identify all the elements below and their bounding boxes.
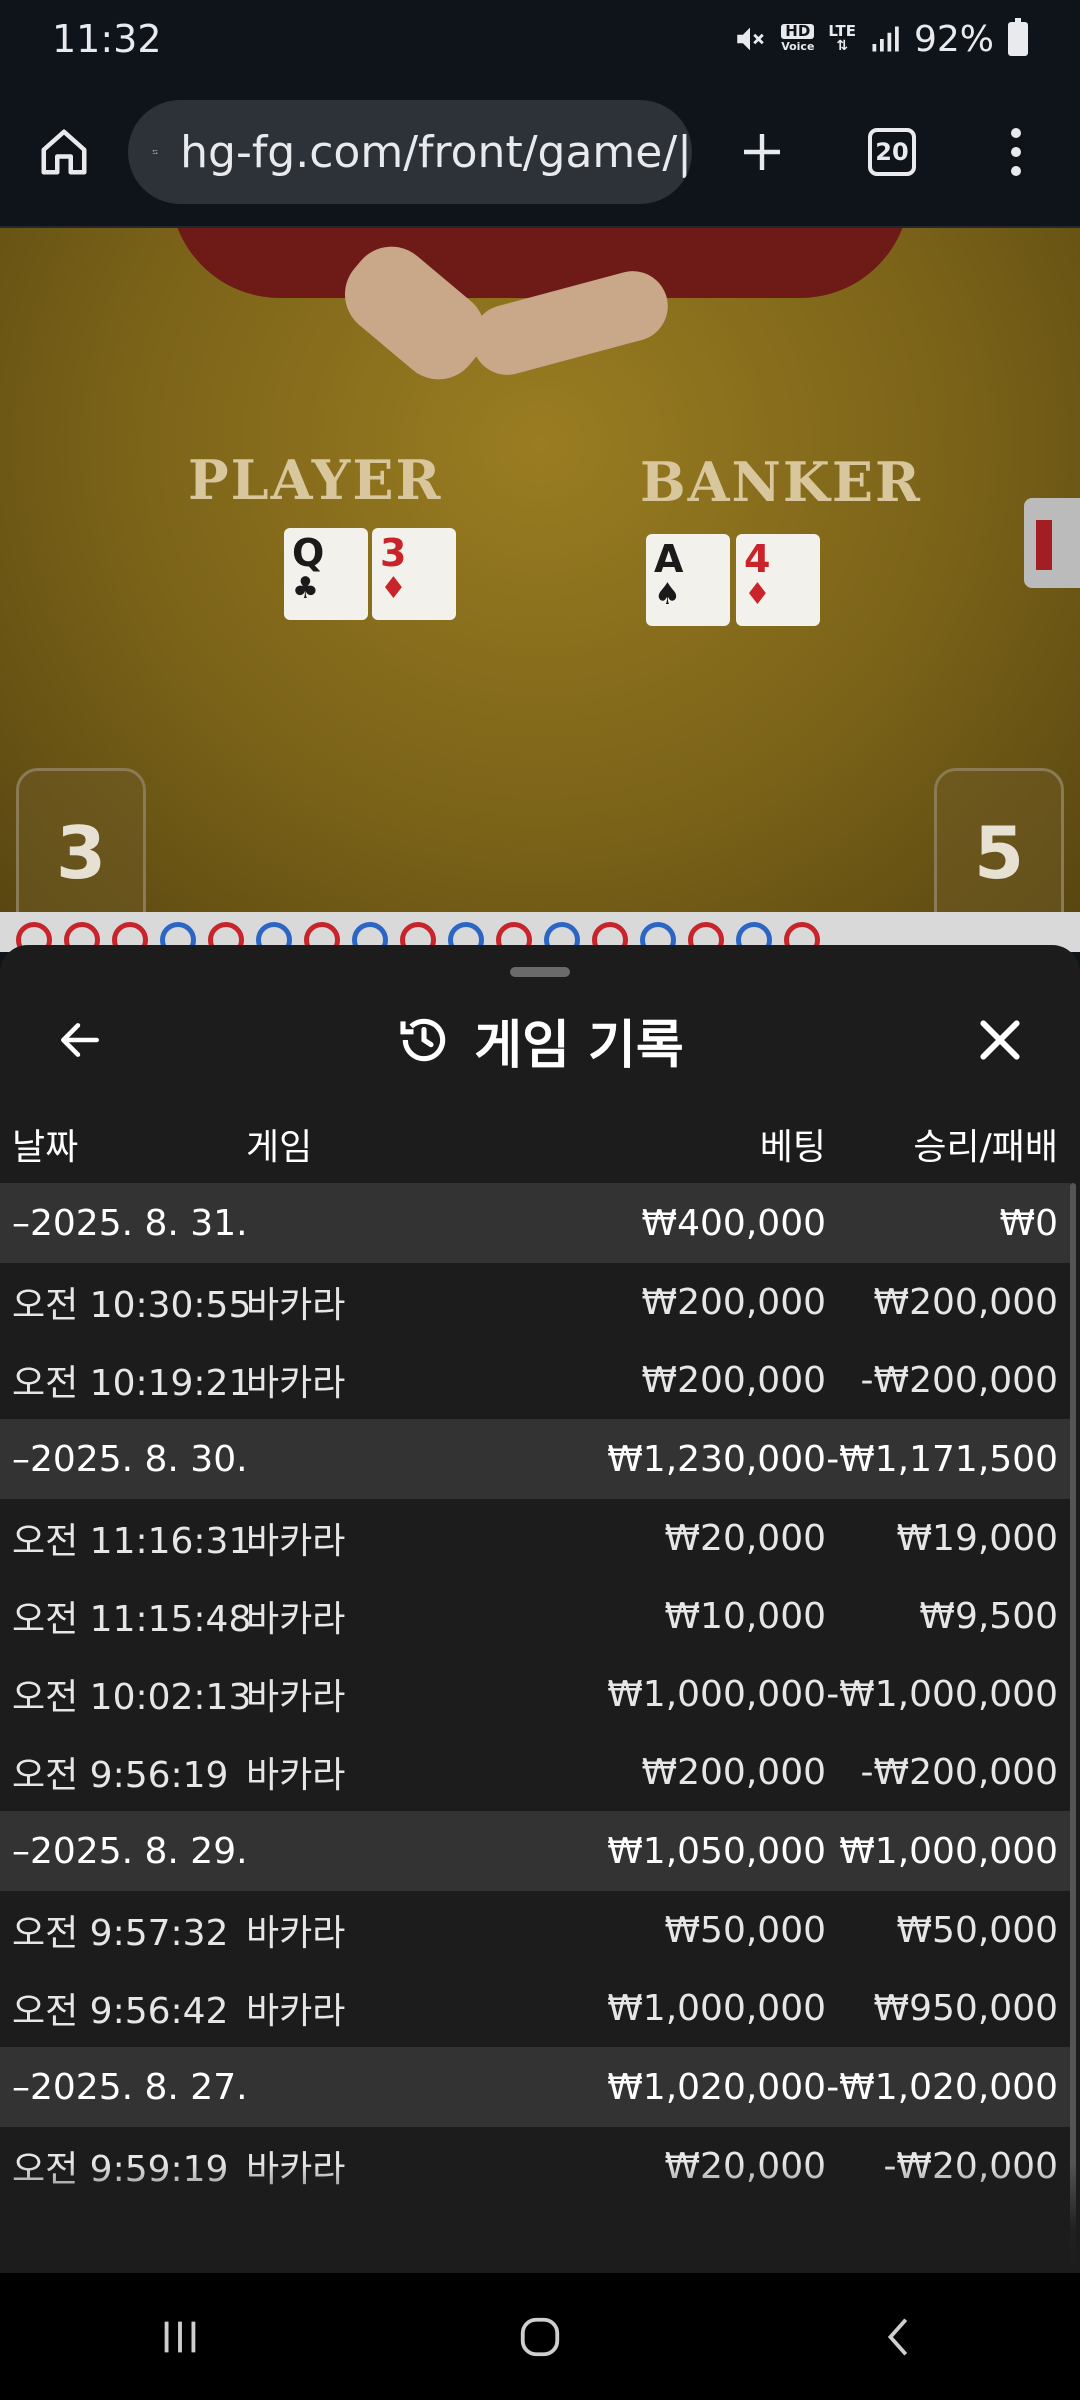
signal-icon <box>872 26 899 52</box>
column-header-game: 게임 <box>246 1127 313 1168</box>
table-row[interactable]: 오전 9:57:32 바카라 ₩50,000 ₩50,000 <box>0 1891 1070 1969</box>
banker-card-1: A ♠ <box>646 534 730 626</box>
tab-switcher-button[interactable]: 20 <box>832 77 952 227</box>
hd-voice-icon: HD Voice <box>781 22 815 53</box>
club-icon: ♣ <box>292 571 319 606</box>
history-icon <box>400 1018 446 1062</box>
status-time: 11:32 <box>52 17 162 61</box>
tab-count: 20 <box>868 128 916 176</box>
diamond-icon: ♦ <box>380 571 407 606</box>
sheet-title: 게임 기록 <box>474 1015 684 1076</box>
arrow-left-icon <box>61 1023 99 1057</box>
lte-icon: LTE ⇅ <box>828 22 856 54</box>
new-tab-button[interactable] <box>692 77 832 227</box>
list-fade-overlay <box>0 2163 1080 2273</box>
url-text: hg-fg.com/front/game/| <box>180 126 692 178</box>
home-button[interactable] <box>0 77 128 227</box>
date-group-row[interactable]: –2025. 8. 30. ₩1,230,000 -₩1,171,500 <box>0 1419 1070 1499</box>
plus-icon <box>744 134 780 170</box>
battery-percent: 92% <box>913 18 994 60</box>
player-label: PLAYER <box>188 448 443 512</box>
player-card-2: 3 ♦ <box>372 528 456 620</box>
date-group-row[interactable]: –2025. 8. 29. ₩1,050,000 ₩1,000,000 <box>0 1811 1070 1891</box>
battery-icon <box>1008 18 1028 56</box>
home-circle-icon <box>520 2317 560 2356</box>
more-menu-button[interactable] <box>952 77 1080 227</box>
system-navigation-bar <box>0 2273 1080 2400</box>
game-history-sheet: 게임 기록 날짜 게임 베팅 승리/패배 –2025. 8. 31. ₩400,… <box>0 945 1080 2273</box>
table-row[interactable]: 오전 10:30:55 바카라 ₩200,000 ₩200,000 <box>0 1263 1070 1341</box>
column-header-win-loss: 승리/패배 <box>913 1127 1058 1168</box>
close-button[interactable] <box>960 1000 1040 1080</box>
card-rank: A <box>654 537 684 581</box>
card-rank: 4 <box>744 537 771 581</box>
back-nav-button[interactable] <box>800 2273 1000 2400</box>
column-header-date: 날짜 <box>12 1127 79 1168</box>
banker-card-2: 4 ♦ <box>736 534 820 626</box>
table-row[interactable]: 오전 9:56:19 바카라 ₩200,000 -₩200,000 <box>0 1733 1070 1811</box>
table-header: 날짜 게임 베팅 승리/패배 <box>0 1105 1080 1183</box>
diamond-icon: ♦ <box>744 577 771 612</box>
banker-label: BANKER <box>640 450 922 514</box>
table-row[interactable]: 오전 11:15:48 바카라 ₩10,000 ₩9,500 <box>0 1577 1070 1655</box>
site-settings-icon[interactable] <box>152 130 158 174</box>
status-icons: HD Voice LTE ⇅ 92% <box>733 18 1028 60</box>
browser-toolbar: hg-fg.com/front/game/| 20 <box>0 78 1080 228</box>
back-button[interactable] <box>40 1000 120 1080</box>
close-icon <box>980 1020 1020 1060</box>
live-game-video: PLAYER BANKER Q ♣ 3 ♦ A ♠ 4 ♦ 3 5 <box>0 228 1080 948</box>
table-row[interactable]: 오전 9:56:42 바카라 ₩1,000,000 ₩950,000 <box>0 1969 1070 2047</box>
sheet-title-group: 게임 기록 <box>396 1003 684 1078</box>
date-group-row[interactable]: –2025. 8. 27. ₩1,020,000 -₩1,020,000 <box>0 2047 1070 2127</box>
address-bar[interactable]: hg-fg.com/front/game/| <box>128 100 692 204</box>
spade-icon: ♠ <box>654 577 681 612</box>
card-rank: 3 <box>380 531 407 575</box>
player-card-1: Q ♣ <box>284 528 368 620</box>
mute-icon <box>737 27 764 51</box>
scrollbar[interactable] <box>1070 1183 1076 2273</box>
date-group-row[interactable]: –2025. 8. 31. ₩400,000 ₩0 <box>0 1183 1070 1263</box>
dealer <box>170 228 910 298</box>
recent-apps-icon <box>164 2321 196 2352</box>
more-vert-icon <box>1011 128 1021 138</box>
status-bar: 11:32 HD Voice LTE ⇅ 92% <box>0 0 1080 78</box>
table-row[interactable]: 오전 11:16:31 바카라 ₩20,000 ₩19,000 <box>0 1499 1070 1577</box>
table-row[interactable]: 오전 10:02:13 바카라 ₩1,000,000 -₩1,000,000 <box>0 1655 1070 1733</box>
recent-apps-button[interactable] <box>80 2273 280 2400</box>
table-row[interactable]: 오전 10:19:21 바카라 ₩200,000 -₩200,000 <box>0 1341 1070 1419</box>
history-list: –2025. 8. 31. ₩400,000 ₩0 오전 10:30:55 바카… <box>0 1183 1070 2205</box>
home-nav-button[interactable] <box>440 2273 640 2400</box>
column-header-bet: 베팅 <box>759 1127 826 1168</box>
chevron-left-icon <box>887 2317 908 2356</box>
sheet-header: 게임 기록 <box>0 985 1080 1095</box>
sheet-drag-handle[interactable] <box>510 967 570 977</box>
home-icon <box>41 129 87 175</box>
card-rank: Q <box>292 531 325 575</box>
card-shoe <box>1024 498 1080 588</box>
